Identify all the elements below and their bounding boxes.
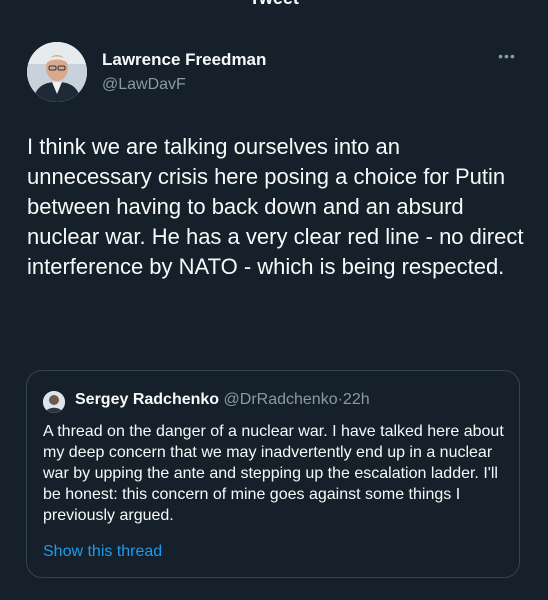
quoted-author-handle[interactable]: @DrRadchenko [224, 391, 338, 408]
more-options-icon[interactable]: ••• [496, 48, 518, 68]
author-name[interactable]: Lawrence Freedman [102, 50, 266, 70]
show-thread-link[interactable]: Show this thread [43, 543, 162, 561]
user-photo-icon [43, 391, 65, 413]
quoted-tweet-text: A thread on the danger of a nuclear war.… [43, 423, 504, 524]
quoted-timestamp[interactable]: 22h [343, 391, 370, 408]
author-handle[interactable]: @LawDavF [102, 76, 186, 94]
quoted-author-name[interactable]: Sergey Radchenko [75, 391, 219, 408]
page-title: Tweet [0, 0, 548, 8]
author-avatar[interactable] [27, 42, 87, 102]
tweet-text: I think we are talking ourselves into an… [27, 134, 524, 279]
user-photo-icon [27, 42, 87, 102]
quoted-tweet[interactable]: Sergey Radchenko @DrRadchenko·22h A thre… [26, 370, 520, 578]
quoted-tweet-header: Sergey Radchenko @DrRadchenko·22h [75, 391, 370, 409]
quoted-author-avatar[interactable] [43, 391, 65, 413]
